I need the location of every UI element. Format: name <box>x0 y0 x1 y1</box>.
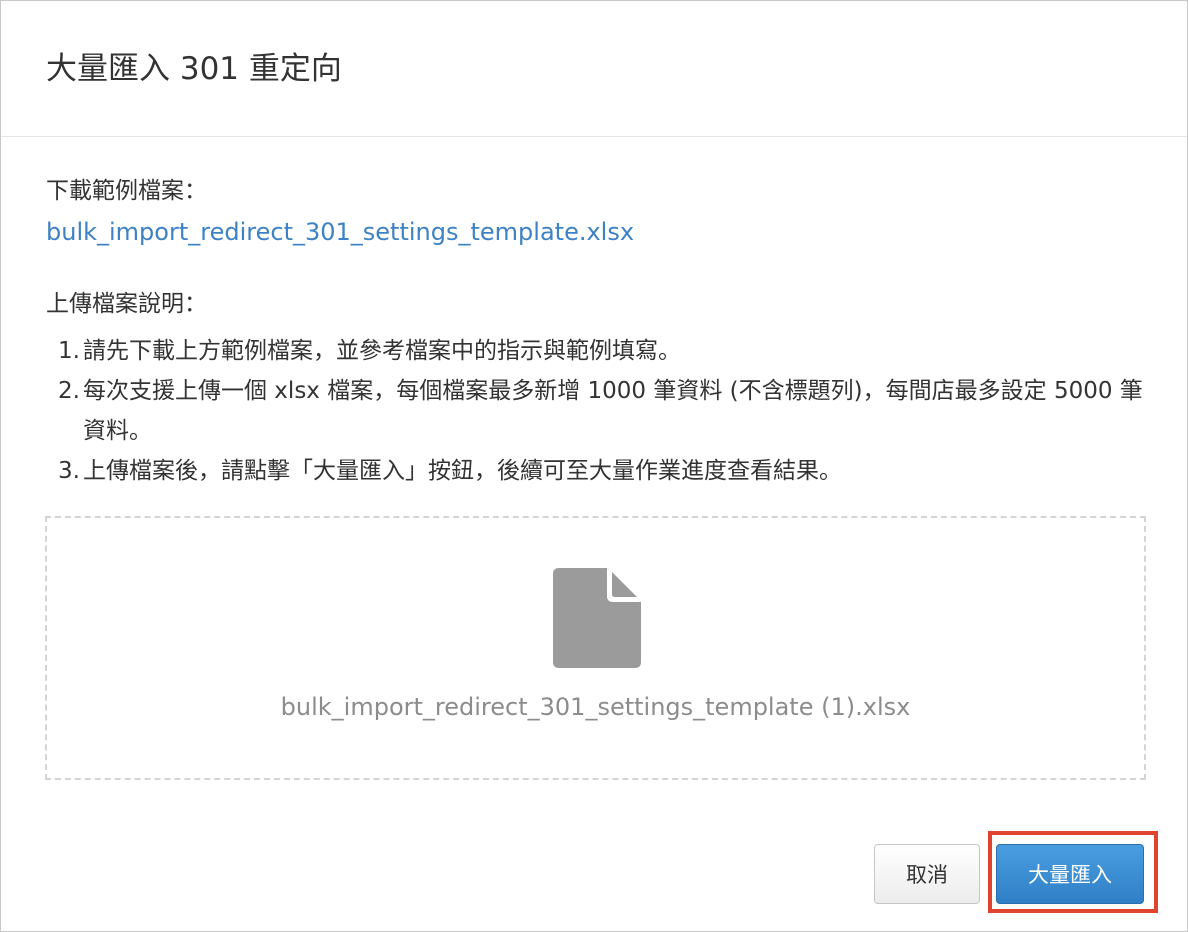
instruction-item: 2. 每次支援上傳一個 xlsx 檔案，每個檔案最多新增 1000 筆資料 (不… <box>46 371 1156 451</box>
instruction-number: 2. <box>58 378 80 404</box>
instruction-number: 3. <box>58 458 80 484</box>
instruction-text: 每次支援上傳一個 xlsx 檔案，每個檔案最多新增 1000 筆資料 (不含標題… <box>83 378 1143 444</box>
instruction-item: 1. 請先下載上方範例檔案，並參考檔案中的指示與範例填寫。 <box>46 331 1156 371</box>
uploaded-file-name: bulk_import_redirect_301_settings_templa… <box>280 693 911 721</box>
download-template-label: 下載範例檔案： <box>46 178 207 204</box>
bulk-import-button[interactable]: 大量匯入 <box>996 844 1144 904</box>
instruction-item: 3. 上傳檔案後，請點擊「大量匯入」按鈕，後續可至大量作業進度查看結果。 <box>46 451 1156 491</box>
instructions-list: 1. 請先下載上方範例檔案，並參考檔案中的指示與範例填寫。 2. 每次支援上傳一… <box>46 331 1156 491</box>
dialog-title: 大量匯入 301 重定向 <box>46 51 342 87</box>
bulk-import-dialog: 大量匯入 301 重定向 下載範例檔案： bulk_import_redirec… <box>0 0 1188 932</box>
file-upload-dropzone[interactable]: bulk_import_redirect_301_settings_templa… <box>45 516 1146 780</box>
upload-instructions-label: 上傳檔案說明： <box>46 291 207 317</box>
file-icon <box>553 568 641 668</box>
template-download-link[interactable]: bulk_import_redirect_301_settings_templa… <box>46 216 634 248</box>
instruction-text: 上傳檔案後，請點擊「大量匯入」按鈕，後續可至大量作業進度查看結果。 <box>83 458 842 484</box>
instruction-number: 1. <box>58 338 80 364</box>
dialog-header: 大量匯入 301 重定向 <box>1 1 1187 137</box>
instruction-text: 請先下載上方範例檔案，並參考檔案中的指示與範例填寫。 <box>83 338 681 364</box>
cancel-button[interactable]: 取消 <box>874 844 980 904</box>
